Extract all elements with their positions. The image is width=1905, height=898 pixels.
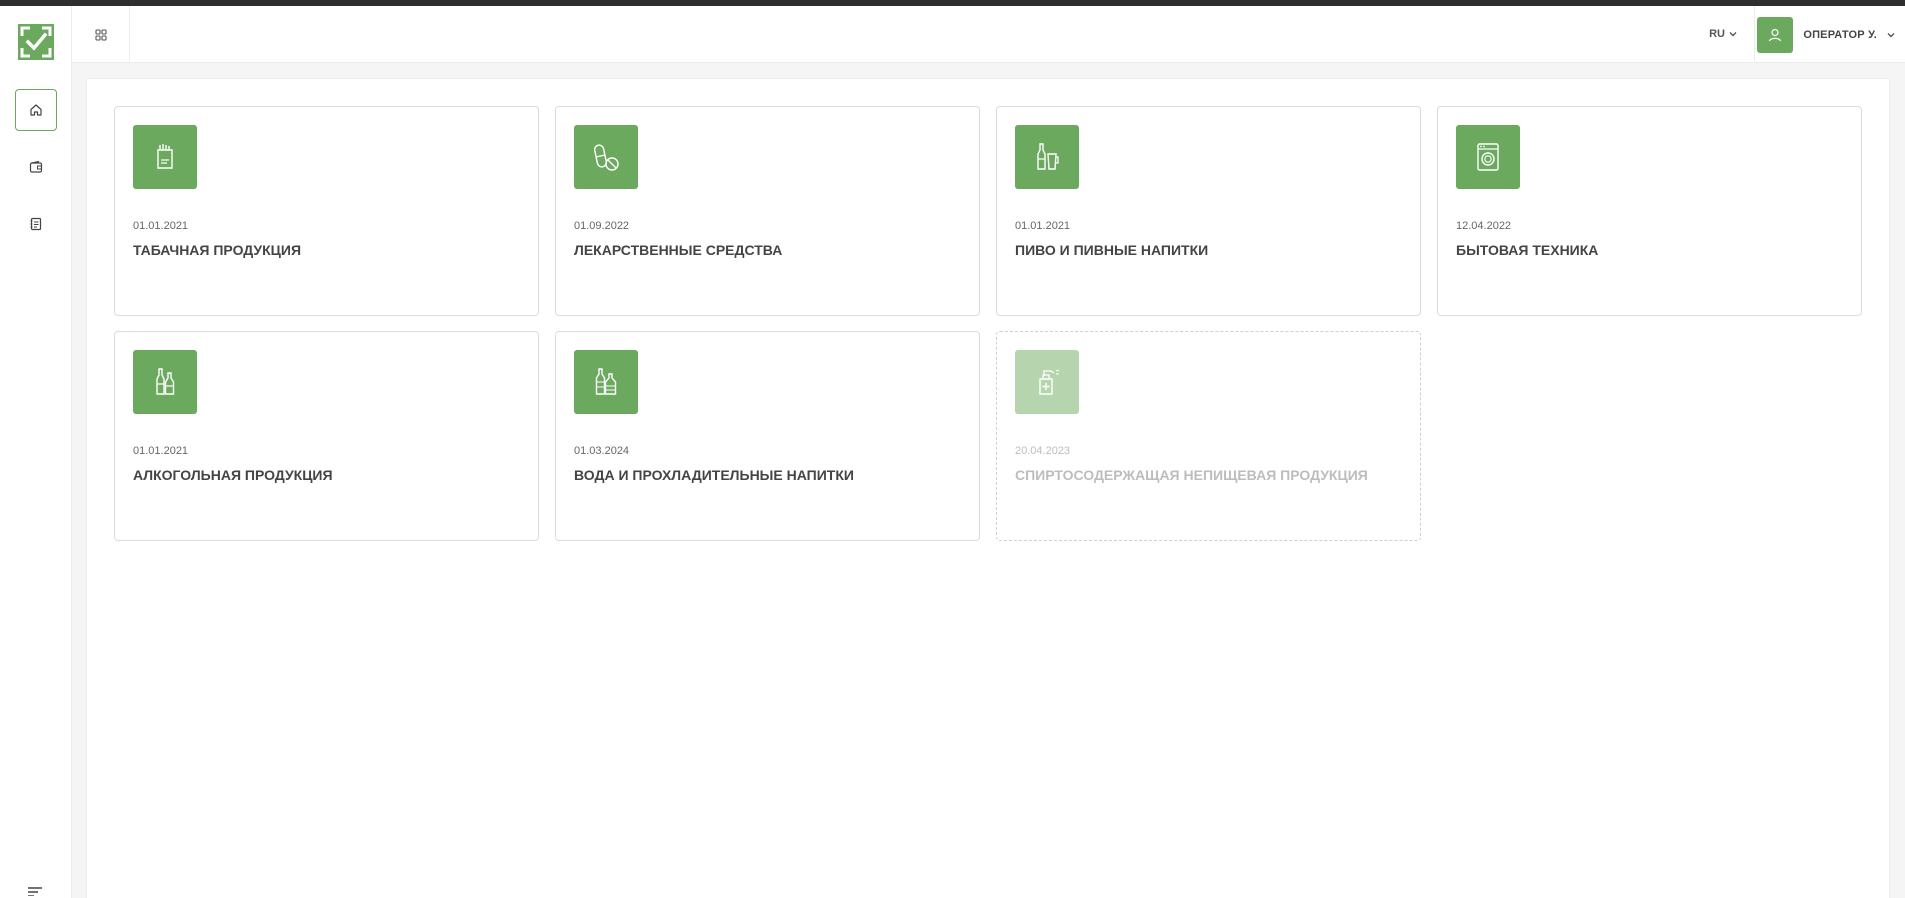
card-title: ПИВО И ПИВНЫЕ НАПИТКИ bbox=[1015, 242, 1209, 258]
wine-bottles-icon bbox=[133, 350, 197, 414]
water-bottles-icon bbox=[574, 350, 638, 414]
user-icon bbox=[1769, 28, 1782, 42]
header: RU ОПЕРАТОР У. bbox=[72, 6, 1905, 63]
beer-bottle-icon bbox=[1015, 125, 1079, 189]
language-label: RU bbox=[1709, 28, 1725, 40]
category-card-medicines[interactable]: 01.09.2022 ЛЕКАРСТВЕННЫЕ СРЕДСТВА bbox=[555, 106, 980, 316]
home-icon bbox=[30, 104, 42, 116]
category-card-water[interactable]: 01.03.2024 ВОДА И ПРОХЛАДИТЕЛЬНЫЕ НАПИТК… bbox=[555, 331, 980, 541]
language-selector[interactable]: RU bbox=[1709, 26, 1737, 42]
document-list-icon bbox=[30, 217, 42, 231]
sidebar-item-documents[interactable] bbox=[15, 203, 57, 245]
card-date: 01.01.2021 bbox=[133, 220, 189, 232]
card-date: 12.04.2022 bbox=[1456, 220, 1512, 232]
sidebar-item-home[interactable] bbox=[15, 89, 57, 131]
apps-button[interactable] bbox=[72, 6, 130, 63]
menu-collapse-icon[interactable] bbox=[26, 882, 44, 896]
main-panel: 01.01.2021 ТАБАЧНАЯ ПРОДУКЦИЯ 01.09.2022… bbox=[86, 78, 1890, 898]
chevron-down-icon bbox=[1887, 33, 1895, 38]
tobacco-pack-icon bbox=[133, 125, 197, 189]
category-card-beer[interactable]: 01.01.2021 ПИВО И ПИВНЫЕ НАПИТКИ bbox=[996, 106, 1421, 316]
spray-bottle-icon bbox=[1015, 350, 1079, 414]
card-title: ЛЕКАРСТВЕННЫЕ СРЕДСТВА bbox=[574, 242, 783, 258]
category-card-appliances[interactable]: 12.04.2022 БЫТОВАЯ ТЕХНИКА bbox=[1437, 106, 1862, 316]
category-card-non-food-alcohol[interactable]: 20.04.2023 СПИРТОСОДЕРЖАЩАЯ НЕПИЩЕВАЯ ПР… bbox=[996, 331, 1421, 541]
pill-icon bbox=[574, 125, 638, 189]
chevron-down-icon bbox=[1729, 32, 1737, 37]
card-date: 20.04.2023 bbox=[1015, 445, 1071, 457]
grid-icon bbox=[94, 28, 107, 41]
user-menu[interactable]: ОПЕРАТОР У. bbox=[1757, 17, 1895, 53]
card-title: ТАБАЧНАЯ ПРОДУКЦИЯ bbox=[133, 242, 302, 258]
card-date: 01.09.2022 bbox=[574, 220, 630, 232]
wallet-icon bbox=[29, 160, 43, 173]
card-title: ВОДА И ПРОХЛАДИТЕЛЬНЫЕ НАПИТКИ bbox=[574, 467, 854, 483]
category-card-tobacco[interactable]: 01.01.2021 ТАБАЧНАЯ ПРОДУКЦИЯ bbox=[114, 106, 539, 316]
card-title: БЫТОВАЯ ТЕХНИКА bbox=[1456, 242, 1599, 258]
user-name: ОПЕРАТОР У. bbox=[1803, 29, 1877, 41]
sidebar bbox=[0, 6, 72, 898]
card-title: СПИРТОСОДЕРЖАЩАЯ НЕПИЩЕВАЯ ПРОДУКЦИЯ bbox=[1015, 467, 1368, 483]
logo-icon[interactable] bbox=[18, 24, 54, 60]
sidebar-item-wallet[interactable] bbox=[15, 146, 57, 188]
category-card-alcohol[interactable]: 01.01.2021 АЛКОГОЛЬНАЯ ПРОДУКЦИЯ bbox=[114, 331, 539, 541]
card-title: АЛКОГОЛЬНАЯ ПРОДУКЦИЯ bbox=[133, 467, 333, 483]
card-date: 01.01.2021 bbox=[133, 445, 189, 457]
card-date: 01.03.2024 bbox=[574, 445, 630, 457]
washing-machine-icon bbox=[1456, 125, 1520, 189]
avatar bbox=[1757, 17, 1794, 53]
header-divider bbox=[1754, 6, 1755, 63]
card-date: 01.01.2021 bbox=[1015, 220, 1071, 232]
